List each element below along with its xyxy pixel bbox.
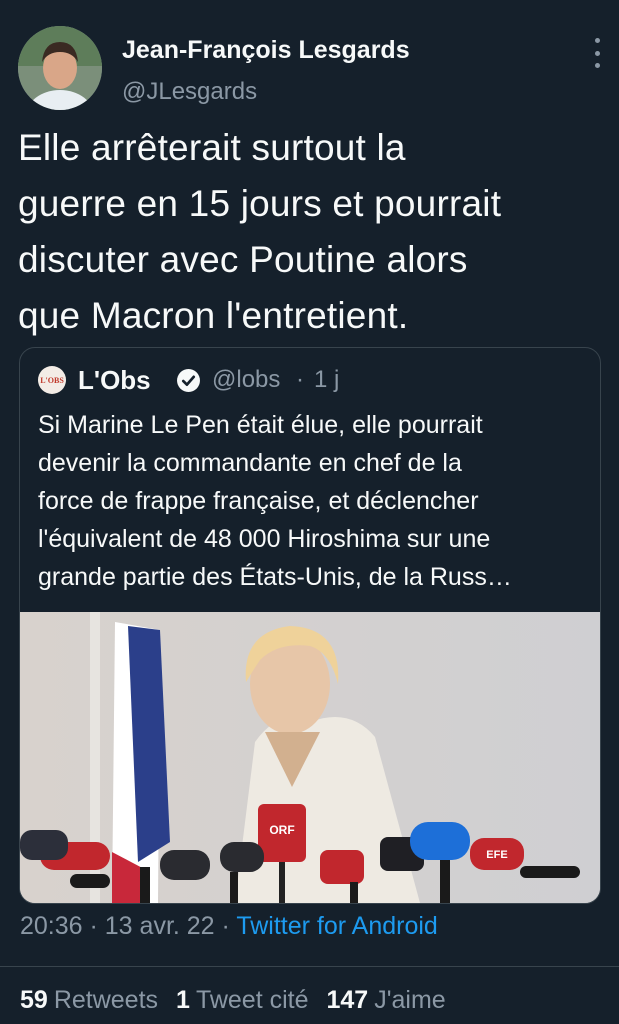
quotes-count: 1 (176, 986, 190, 1014)
likes-stat[interactable]: 147 J'aime (327, 986, 446, 1015)
quote-tweets-stat[interactable]: 1 Tweet cité (176, 986, 308, 1015)
likes-label: J'aime (374, 986, 446, 1014)
quoted-timestamp[interactable]: 1 j (314, 366, 339, 394)
retweets-stat[interactable]: 59 Retweets (20, 986, 158, 1015)
quoted-author-name[interactable]: L'Obs (78, 365, 151, 396)
tweet-time[interactable]: 20:36 (20, 912, 83, 940)
meta-separator: · (214, 912, 237, 940)
tweet-meta: 20:36 · 13 avr. 22 · Twitter for Android (20, 912, 438, 941)
quoted-tweet-text: Si Marine Le Pen était élue, elle pourra… (38, 411, 512, 591)
meta-separator: · (82, 912, 105, 940)
retweets-count: 59 (20, 986, 48, 1014)
quoted-avatar[interactable]: L'OBS (38, 366, 66, 394)
more-vertical-icon[interactable] (590, 38, 604, 68)
tweet-text: Elle arrêterait surtout la guerre en 15 … (18, 127, 502, 336)
retweets-label: Retweets (53, 986, 159, 1014)
photo-mic-label-orf: ORF (269, 823, 294, 837)
tweet-stats: 59 Retweets 1 Tweet cité 147 J'aime (20, 986, 446, 1015)
quoted-separator: · (296, 366, 304, 393)
tweet-date[interactable]: 13 avr. 22 (105, 912, 215, 940)
photo-mic-label-efe: EFE (486, 849, 507, 861)
author-handle[interactable]: @JLesgards (122, 78, 257, 106)
quoted-author-handle[interactable]: @lobs (212, 366, 280, 394)
quoted-tweet-header: L'OBS L'Obs @lobs · 1 j (38, 364, 578, 398)
avatar[interactable] (18, 26, 102, 110)
divider (0, 966, 619, 967)
quoted-tweet[interactable]: L'OBS L'Obs @lobs · 1 j Si Marine Le Pen… (19, 347, 601, 904)
tweet-source-link[interactable]: Twitter for Android (236, 912, 437, 940)
likes-count: 147 (326, 986, 369, 1014)
tweet-header: Jean-François Lesgards @JLesgards (18, 24, 608, 116)
verified-badge-icon (177, 369, 200, 392)
author-name[interactable]: Jean-François Lesgards (122, 36, 410, 65)
quotes-label: Tweet cité (195, 986, 309, 1014)
quoted-tweet-photo[interactable]: ORF EFE (20, 612, 600, 903)
quoted-logo-text: L'OBS (40, 375, 64, 385)
tweet-detail: Jean-François Lesgards @JLesgards Elle a… (0, 0, 619, 1024)
